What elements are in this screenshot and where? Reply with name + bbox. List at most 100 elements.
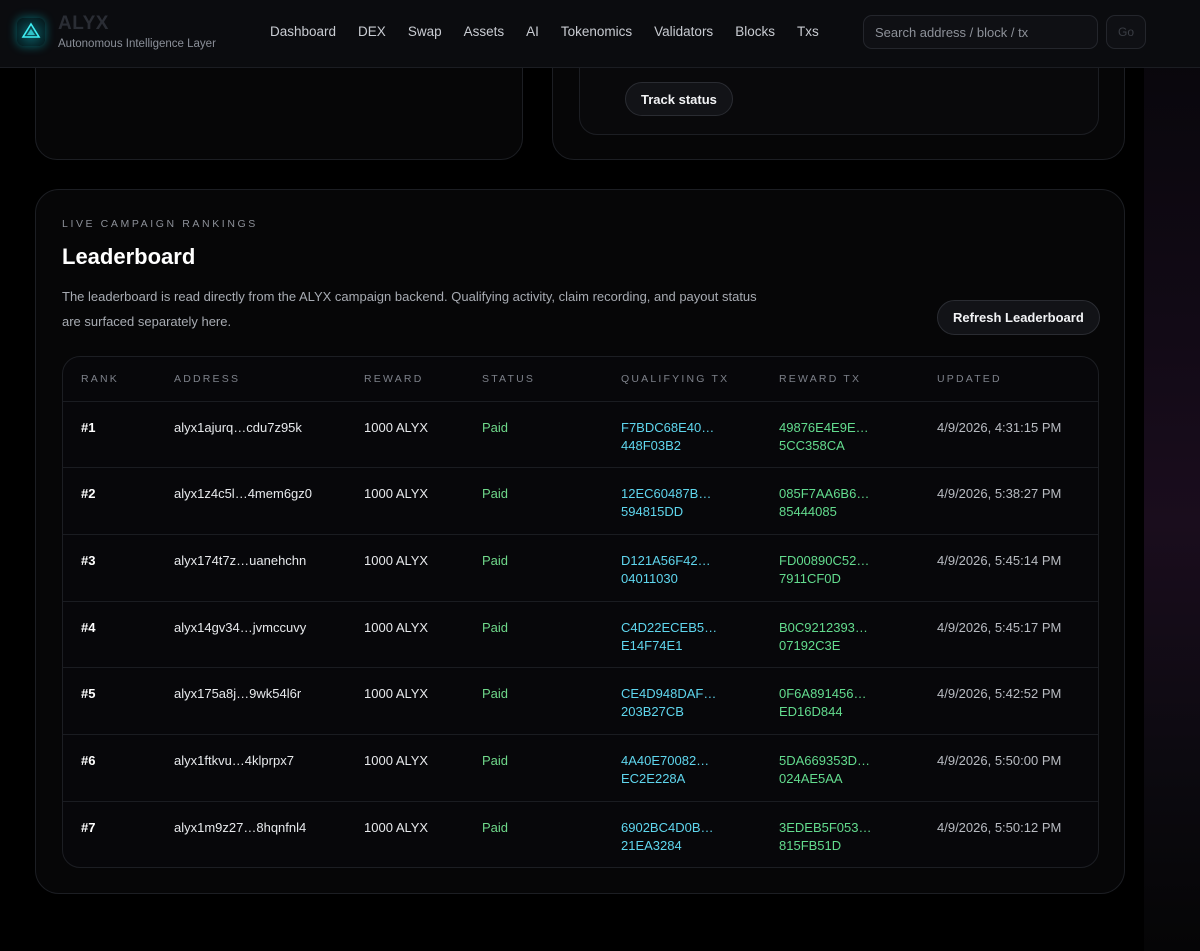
track-status-button[interactable]: Track status	[625, 82, 733, 116]
table-row: #7 alyx1m9z27…8hqnfnl4 1000 ALYX Paid 69…	[63, 801, 1098, 867]
cell-rank: #3	[63, 534, 174, 602]
cell-rank: #6	[63, 734, 174, 802]
reward-tx-hash-start[interactable]: B0C9212393…	[779, 619, 937, 637]
leaderboard-table: RANK ADDRESS REWARD STATUS QUALIFYING TX…	[63, 357, 1098, 867]
nav-item-ai[interactable]: AI	[526, 24, 539, 39]
qualifying-tx-hash-start[interactable]: 6902BC4D0B…	[621, 819, 779, 837]
reward-tx-hash-start[interactable]: 5DA669353D…	[779, 752, 937, 770]
logo-mark-icon	[21, 22, 41, 38]
column-header-qualifying-tx[interactable]: QUALIFYING TX	[621, 357, 779, 402]
reward-tx-hash-start[interactable]: 0F6A891456…	[779, 685, 937, 703]
table-row: #5 alyx175a8j…9wk54l6r 1000 ALYX Paid CE…	[63, 667, 1098, 735]
search-go-button[interactable]: Go	[1106, 15, 1146, 49]
column-header-rank[interactable]: RANK	[63, 357, 174, 402]
nav-item-swap[interactable]: Swap	[408, 24, 442, 39]
cell-status: Paid	[482, 601, 621, 669]
cell-rank: #4	[63, 601, 174, 669]
cell-updated: 4/9/2026, 5:42:52 PM	[937, 667, 1098, 735]
reward-tx-hash-start[interactable]: 49876E4E9E…	[779, 419, 937, 437]
cell-address[interactable]: alyx1z4c5l…4mem6gz0	[174, 467, 364, 535]
triangle-logo-icon[interactable]	[17, 18, 45, 46]
cell-address[interactable]: alyx1ajurq…cdu7z95k	[174, 401, 364, 469]
brand-title[interactable]: ALYX	[58, 13, 109, 35]
table-row: #4 alyx14gv34…jvmccuvy 1000 ALYX Paid C4…	[63, 601, 1098, 669]
nav-item-tokenomics[interactable]: Tokenomics	[561, 24, 632, 39]
table-header-row: RANK ADDRESS REWARD STATUS QUALIFYING TX…	[63, 357, 1098, 402]
nav-item-dex[interactable]: DEX	[358, 24, 386, 39]
qualifying-tx-hash-start[interactable]: F7BDC68E40…	[621, 419, 779, 437]
qualifying-tx-hash-end[interactable]: E14F74E1	[621, 637, 779, 655]
cell-status: Paid	[482, 667, 621, 735]
table-row: #3 alyx174t7z…uanehchn 1000 ALYX Paid D1…	[63, 534, 1098, 602]
cell-rank: #1	[63, 401, 174, 469]
cell-reward-tx[interactable]: 5DA669353D… 024AE5AA	[779, 734, 937, 802]
qualifying-tx-hash-start[interactable]: D121A56F42…	[621, 552, 779, 570]
column-header-updated[interactable]: UPDATED	[937, 357, 1098, 402]
qualifying-tx-hash-end[interactable]: EC2E228A	[621, 770, 779, 788]
cell-reward-tx[interactable]: 49876E4E9E… 5CC358CA	[779, 401, 937, 469]
cell-reward-tx[interactable]: 0F6A891456… ED16D844	[779, 667, 937, 735]
qualifying-tx-hash-end[interactable]: 04011030	[621, 570, 779, 588]
column-header-reward[interactable]: REWARD	[364, 357, 482, 402]
cell-updated: 4/9/2026, 5:50:00 PM	[937, 734, 1098, 802]
qualifying-tx-hash-start[interactable]: C4D22ECEB5…	[621, 619, 779, 637]
reward-tx-hash-end[interactable]: 815FB51D	[779, 837, 937, 855]
brand-subtitle: Autonomous Intelligence Layer	[58, 38, 216, 50]
cell-qualifying-tx[interactable]: 4A40E70082… EC2E228A	[621, 734, 779, 802]
cell-address[interactable]: alyx174t7z…uanehchn	[174, 534, 364, 602]
background-glow	[1144, 0, 1200, 951]
cell-qualifying-tx[interactable]: 12EC60487B… 594815DD	[621, 467, 779, 535]
nav-item-assets[interactable]: Assets	[464, 24, 505, 39]
top-navigation-bar: ALYX Autonomous Intelligence Layer Dashb…	[0, 0, 1200, 68]
cell-status: Paid	[482, 401, 621, 469]
cell-updated: 4/9/2026, 5:38:27 PM	[937, 467, 1098, 535]
cell-rank: #5	[63, 667, 174, 735]
nav-item-dashboard[interactable]: Dashboard	[270, 24, 336, 39]
reward-tx-hash-end[interactable]: 5CC358CA	[779, 437, 937, 455]
nav-item-blocks[interactable]: Blocks	[735, 24, 775, 39]
refresh-leaderboard-button[interactable]: Refresh Leaderboard	[937, 300, 1100, 335]
cell-updated: 4/9/2026, 5:50:12 PM	[937, 819, 1062, 835]
cell-qualifying-tx[interactable]: F7BDC68E40… 448F03B2	[621, 401, 779, 469]
cell-reward-tx[interactable]: FD00890C52… 7911CF0D	[779, 534, 937, 602]
reward-tx-hash-end[interactable]: 024AE5AA	[779, 770, 937, 788]
qualifying-tx-hash-end[interactable]: 448F03B2	[621, 437, 779, 455]
qualifying-tx-hash-end[interactable]: 594815DD	[621, 503, 779, 521]
cell-qualifying-tx[interactable]: C4D22ECEB5… E14F74E1	[621, 601, 779, 669]
cell-status: Paid	[482, 534, 621, 602]
qualifying-tx-hash-start[interactable]: 4A40E70082…	[621, 752, 779, 770]
reward-tx-hash-end[interactable]: 7911CF0D	[779, 570, 937, 588]
reward-tx-hash-start[interactable]: FD00890C52…	[779, 552, 937, 570]
column-header-address[interactable]: ADDRESS	[174, 357, 364, 402]
reward-tx-hash-start[interactable]: 085F7AA6B6…	[779, 485, 937, 503]
cell-reward-tx[interactable]: 3EDEB5F053… 815FB51D	[779, 801, 937, 867]
column-header-status[interactable]: STATUS	[482, 357, 621, 402]
nav-item-validators[interactable]: Validators	[654, 24, 713, 39]
cell-qualifying-tx[interactable]: D121A56F42… 04011030	[621, 534, 779, 602]
cell-address[interactable]: alyx1m9z27…8hqnfnl4	[174, 801, 364, 867]
cell-qualifying-tx[interactable]: CE4D948DAF… 203B27CB	[621, 667, 779, 735]
qualifying-tx-hash-start[interactable]: CE4D948DAF…	[621, 685, 779, 703]
nav-item-txs[interactable]: Txs	[797, 24, 819, 39]
reward-tx-hash-end[interactable]: ED16D844	[779, 703, 937, 721]
cell-address[interactable]: alyx175a8j…9wk54l6r	[174, 667, 364, 735]
search-input[interactable]	[863, 15, 1098, 49]
cell-status: Paid	[482, 467, 621, 535]
column-header-reward-tx[interactable]: REWARD TX	[779, 357, 937, 402]
cell-rank: #2	[63, 467, 174, 535]
cell-status: Paid	[482, 734, 621, 802]
reward-tx-hash-end[interactable]: 07192C3E	[779, 637, 937, 655]
cell-reward: 1000 ALYX	[364, 819, 429, 835]
qualifying-tx-hash-end[interactable]: 203B27CB	[621, 703, 779, 721]
cell-reward-tx[interactable]: B0C9212393… 07192C3E	[779, 601, 937, 669]
qualifying-tx-hash-start[interactable]: 12EC60487B…	[621, 485, 779, 503]
cell-address[interactable]: alyx14gv34…jvmccuvy	[174, 601, 364, 669]
cell-address[interactable]: alyx1ftkvu…4klprpx7	[174, 734, 364, 802]
reward-tx-hash-start[interactable]: 3EDEB5F053…	[779, 819, 937, 837]
qualifying-tx-hash-end[interactable]: 21EA3284	[621, 837, 779, 855]
leaderboard-table-container: RANK ADDRESS REWARD STATUS QUALIFYING TX…	[62, 356, 1099, 868]
cell-reward-tx[interactable]: 085F7AA6B6… 85444085	[779, 467, 937, 535]
reward-tx-hash-end[interactable]: 85444085	[779, 503, 937, 521]
main-nav: Dashboard DEX Swap Assets AI Tokenomics …	[270, 24, 841, 39]
cell-qualifying-tx[interactable]: 6902BC4D0B… 21EA3284	[621, 801, 779, 867]
